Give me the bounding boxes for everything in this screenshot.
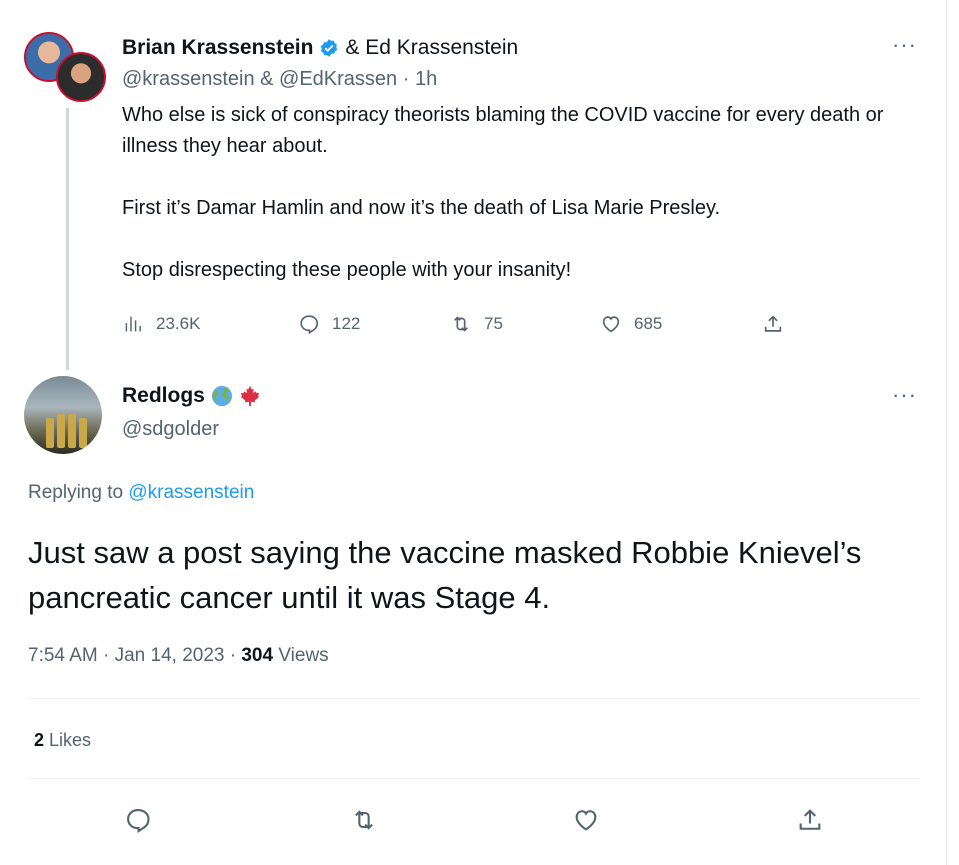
thread-connector-line bbox=[66, 108, 69, 370]
maple-leaf-emoji-icon bbox=[239, 385, 261, 407]
author-avatars[interactable] bbox=[24, 32, 114, 104]
like-button[interactable]: 685 bbox=[600, 313, 762, 335]
avatar-redlogs[interactable] bbox=[24, 376, 102, 454]
reply-icon bbox=[300, 315, 319, 335]
views-button[interactable]: 23.6K bbox=[122, 313, 298, 335]
like-count: 685 bbox=[634, 314, 663, 333]
frame-border bbox=[946, 0, 947, 865]
original-tweet-text: Who else is sick of conspiracy theorists… bbox=[122, 100, 912, 286]
reply-tweet-text: Just saw a post saying the vaccine maske… bbox=[28, 535, 862, 615]
replying-to-line: Replying to @krassenstein bbox=[28, 482, 254, 504]
like-icon bbox=[602, 316, 620, 333]
more-icon[interactable]: ··· bbox=[892, 34, 917, 56]
views-count: 304 bbox=[241, 645, 274, 666]
share-icon bbox=[799, 809, 821, 830]
views-label: Views bbox=[273, 645, 329, 666]
timestamp-link[interactable]: 7:54 AM · Jan 14, 2023 · bbox=[28, 645, 241, 666]
reply-author-name[interactable]: Redlogs bbox=[122, 384, 205, 408]
reply-author-row: Redlogs bbox=[122, 384, 261, 408]
coauthor-name[interactable]: & Ed Krassenstein bbox=[345, 36, 518, 60]
reply-count: 122 bbox=[332, 314, 361, 333]
author1-name[interactable]: Brian Krassenstein bbox=[122, 36, 313, 60]
like-icon bbox=[575, 810, 597, 831]
divider bbox=[28, 698, 920, 699]
avatar-ed[interactable] bbox=[56, 52, 106, 102]
retweet-icon bbox=[453, 316, 469, 332]
tweet-meta: 7:54 AM · Jan 14, 2023 · 304 Views bbox=[28, 645, 329, 667]
like-button[interactable] bbox=[572, 806, 600, 834]
verified-badge-icon bbox=[319, 38, 339, 58]
tweet-paragraph: First it’s Damar Hamlin and now it’s the… bbox=[122, 197, 721, 219]
share-button[interactable] bbox=[762, 313, 784, 335]
globe-emoji-icon bbox=[211, 385, 233, 407]
original-handles[interactable]: @krassenstein & @EdKrassen · 1h bbox=[122, 68, 437, 91]
replying-prefix: Replying to bbox=[28, 482, 124, 503]
views-count: 23.6K bbox=[156, 314, 201, 333]
likes-count: 2 bbox=[34, 730, 45, 750]
tweet-paragraph: Who else is sick of conspiracy theorists… bbox=[122, 104, 884, 157]
views-icon bbox=[125, 316, 141, 332]
reply-action-bar bbox=[0, 806, 946, 836]
reply-button[interactable]: 122 bbox=[298, 313, 450, 335]
replying-to-handle-link[interactable]: @krassenstein bbox=[128, 482, 254, 503]
likes-link[interactable]: 2 Likes bbox=[34, 730, 91, 751]
retweet-icon bbox=[355, 810, 373, 830]
original-action-bar: 23.6K 122 75 685 bbox=[122, 310, 784, 338]
retweet-button[interactable] bbox=[350, 806, 378, 834]
reply-author-handle[interactable]: @sdgolder bbox=[122, 418, 219, 441]
reply-icon bbox=[127, 809, 150, 834]
divider bbox=[28, 778, 920, 779]
retweet-count: 75 bbox=[484, 314, 503, 333]
original-author-row: Brian Krassenstein & Ed Krassenstein bbox=[122, 36, 518, 60]
likes-label: Likes bbox=[44, 730, 92, 750]
share-icon bbox=[764, 315, 782, 332]
reply-button[interactable] bbox=[124, 806, 152, 834]
share-button[interactable] bbox=[796, 806, 824, 834]
tweet-paragraph: Stop disrespecting these people with you… bbox=[122, 259, 572, 281]
more-icon[interactable]: ··· bbox=[892, 384, 917, 406]
retweet-button[interactable]: 75 bbox=[450, 313, 600, 335]
